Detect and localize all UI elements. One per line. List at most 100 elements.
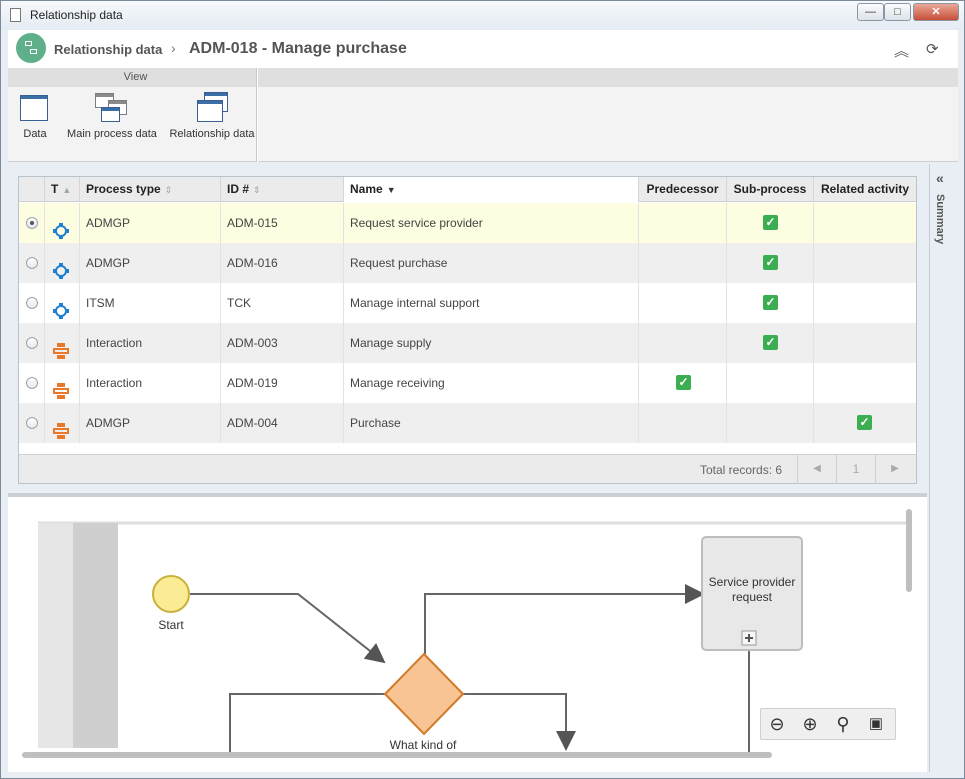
grid-header: T ▲ Process type ⇕ ID # ⇕ Name ▼ Predecessor… xyxy=(19,177,916,202)
predecessor-cell xyxy=(639,203,727,243)
pool-lane-header xyxy=(73,523,118,748)
related-activity-cell xyxy=(814,243,916,283)
sort-icon: ⇕ xyxy=(164,185,173,195)
flow-gateway-to-task xyxy=(424,584,705,654)
zoom-in-icon[interactable]: ⊕ xyxy=(798,713,822,737)
row-select-radio[interactable] xyxy=(26,257,38,269)
window-title: Relationship data xyxy=(30,8,123,22)
process-type-cell: ADMGP xyxy=(80,403,221,443)
name-cell: Request purchase xyxy=(344,243,639,283)
breadcrumb-root[interactable]: Relationship data xyxy=(54,42,162,57)
subprocess-cell: ✓ xyxy=(727,243,814,283)
table-row[interactable]: Interaction ADM-019 Manage receiving ✓ xyxy=(19,363,916,403)
prev-page-button[interactable]: ◀ xyxy=(797,455,836,484)
check-icon: ✓ xyxy=(763,255,778,270)
maximize-button[interactable]: □ xyxy=(884,3,911,21)
start-label: Start xyxy=(158,618,184,632)
data-button[interactable]: Data xyxy=(14,87,56,162)
main-panel: T ▲ Process type ⇕ ID # ⇕ Name ▼ Predecessor… xyxy=(8,164,927,493)
name-cell: Manage internal support xyxy=(344,283,639,323)
subprocess-cell xyxy=(727,403,814,443)
column-header-id[interactable]: ID # ⇕ xyxy=(221,177,344,202)
flow-gateway-left xyxy=(229,693,385,752)
row-select-radio[interactable] xyxy=(26,417,38,429)
relationship-data-button[interactable]: Relationship data xyxy=(168,87,256,162)
collapse-up-icon[interactable]: ︽ xyxy=(894,40,909,61)
start-event[interactable] xyxy=(152,575,190,613)
pool-lane xyxy=(38,523,73,748)
flow-gateway-right xyxy=(463,693,576,751)
page-title: ADM-018 - Manage purchase xyxy=(189,40,407,57)
task-label: Service provider request xyxy=(708,575,796,604)
related-activity-cell xyxy=(814,363,916,403)
title-bar: Relationship data — □ ✕ xyxy=(1,1,964,30)
row-select-radio[interactable] xyxy=(26,377,38,389)
process-type-cell: Interaction xyxy=(80,323,221,363)
total-records: Total records: 6 xyxy=(700,463,783,477)
summary-panel[interactable]: « Summary xyxy=(929,164,958,772)
relationship-grid: T ▲ Process type ⇕ ID # ⇕ Name ▼ Predecessor… xyxy=(18,176,917,484)
sort-desc-icon: ▼ xyxy=(386,185,396,195)
sort-asc-icon: ▲ xyxy=(62,185,72,195)
main-process-data-button[interactable]: Main process data xyxy=(64,87,160,162)
row-select-radio[interactable] xyxy=(26,337,38,349)
export-icon[interactable]: ▣ xyxy=(864,713,888,737)
process-type-cell: ITSM xyxy=(80,283,221,323)
process-diagram[interactable]: Start Service provider request What kind… xyxy=(8,497,927,772)
related-activity-cell: ✓ xyxy=(814,403,916,443)
table-row[interactable]: ADMGP ADM-015 Request service provider ✓ xyxy=(19,203,916,243)
table-row[interactable]: ADMGP ADM-016 Request purchase ✓ xyxy=(19,243,916,283)
process-icon-blue xyxy=(53,255,69,279)
table-row[interactable]: Interaction ADM-003 Manage supply ✓ xyxy=(19,323,916,363)
page-number[interactable]: 1 xyxy=(836,455,875,484)
next-page-button[interactable]: ▶ xyxy=(875,455,914,484)
process-type-cell: ADMGP xyxy=(80,203,221,243)
check-icon: ✓ xyxy=(857,415,872,430)
interaction-icon-orange xyxy=(53,415,69,439)
row-select-radio[interactable] xyxy=(26,217,38,229)
vertical-scrollbar[interactable] xyxy=(906,509,912,592)
column-header-predecessor[interactable]: Predecessor xyxy=(639,177,727,202)
document-icon xyxy=(10,8,21,22)
interaction-icon-orange xyxy=(53,375,69,399)
refresh-icon[interactable]: ⟳ xyxy=(926,40,939,58)
minimize-button[interactable]: — xyxy=(857,3,884,21)
predecessor-cell xyxy=(639,403,727,443)
process-type-cell: ADMGP xyxy=(80,243,221,283)
summary-label: Summary xyxy=(934,194,946,245)
ribbon-group-label: View xyxy=(123,71,148,83)
name-cell: Manage supply xyxy=(344,323,639,363)
close-button[interactable]: ✕ xyxy=(913,3,959,21)
check-icon: ✓ xyxy=(763,295,778,310)
expand-panel-icon[interactable]: « xyxy=(936,170,944,186)
column-header-related-activity[interactable]: Related activity xyxy=(814,177,916,202)
process-type-cell: Interaction xyxy=(80,363,221,403)
row-select-radio[interactable] xyxy=(26,297,38,309)
column-header-name[interactable]: Name ▼ xyxy=(344,177,639,202)
exclusive-gateway[interactable] xyxy=(383,652,465,736)
ribbon-separator xyxy=(256,68,258,162)
horizontal-scrollbar[interactable] xyxy=(22,752,772,758)
gateway-label: What kind of xyxy=(389,738,457,752)
table-row[interactable]: ADMGP ADM-004 Purchase ✓ xyxy=(19,403,916,443)
predecessor-cell: ✓ xyxy=(639,363,727,403)
check-icon: ✓ xyxy=(676,375,691,390)
zoom-out-icon[interactable]: ⊖ xyxy=(765,713,789,737)
zoom-toolbar: ⊖ ⊕ ⚲ ▣ xyxy=(760,708,896,740)
page-header: Relationship data › ADM-018 - Manage pur… xyxy=(8,30,958,68)
name-cell: Manage receiving xyxy=(344,363,639,403)
column-header-process-type[interactable]: Process type ⇕ xyxy=(80,177,221,202)
flow-start-to-gateway xyxy=(190,593,386,664)
sort-icon: ⇕ xyxy=(253,185,261,195)
column-header-type[interactable]: T ▲ xyxy=(45,177,80,202)
id-cell: ADM-019 xyxy=(221,363,344,403)
id-cell: TCK xyxy=(221,283,344,323)
table-row[interactable]: ITSM TCK Manage internal support ✓ xyxy=(19,283,916,323)
id-cell: ADM-003 xyxy=(221,323,344,363)
subprocess-cell: ✓ xyxy=(727,323,814,363)
subprocess-cell: ✓ xyxy=(727,203,814,243)
name-cell: Purchase xyxy=(344,403,639,443)
app-window: Relationship data — □ ✕ Relationship dat… xyxy=(0,0,965,779)
zoom-fit-icon[interactable]: ⚲ xyxy=(831,713,855,737)
column-header-subprocess[interactable]: Sub-process xyxy=(727,177,814,202)
